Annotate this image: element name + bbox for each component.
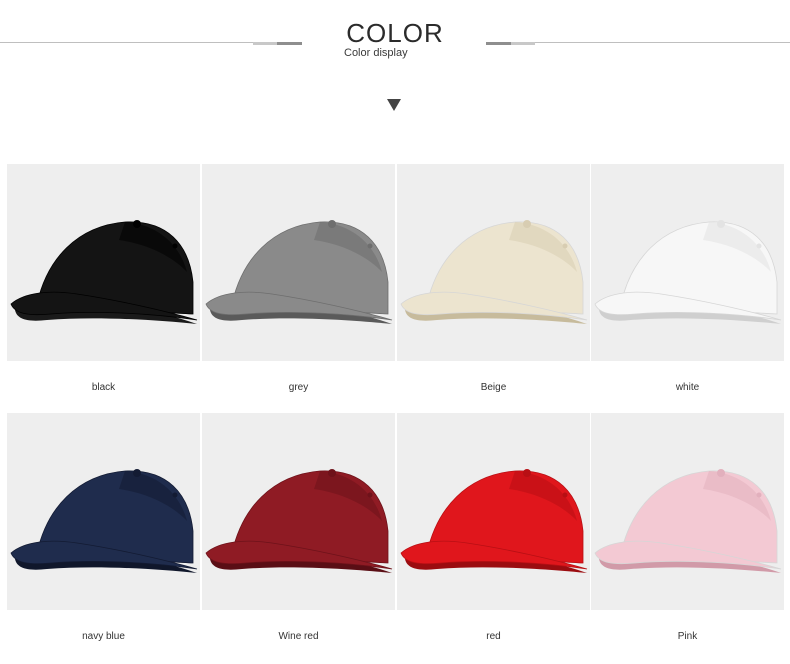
section-subtitle: Color display	[344, 47, 408, 59]
swatch-label: Pink	[677, 631, 698, 642]
swatch-label: red	[486, 631, 501, 642]
swatch-label: navy blue	[82, 631, 125, 642]
cap-photo	[7, 164, 200, 361]
baseball-cap-icon	[205, 469, 393, 573]
color-swatch-pink[interactable]: Pink	[591, 413, 784, 653]
baseball-cap-icon	[594, 469, 782, 573]
swatch-label: white	[675, 382, 700, 393]
cap-photo	[397, 413, 590, 610]
color-swatch-wine-red[interactable]: Wine red	[202, 413, 395, 653]
baseball-cap-icon	[10, 469, 198, 573]
color-swatch-grey[interactable]: grey	[202, 164, 395, 404]
cap-photo	[202, 413, 395, 610]
swatch-label: grey	[288, 382, 309, 393]
swatch-label: black	[91, 382, 116, 393]
baseball-cap-icon	[205, 220, 393, 324]
swatch-label: Beige	[480, 382, 507, 393]
cap-photo	[591, 164, 784, 361]
cap-photo	[202, 164, 395, 361]
baseball-cap-icon	[400, 220, 588, 324]
color-swatch-red[interactable]: red	[397, 413, 590, 653]
cap-photo	[397, 164, 590, 361]
color-swatch-beige[interactable]: Beige	[397, 164, 590, 404]
baseball-cap-icon	[594, 220, 782, 324]
section-header: COLOR Color display	[0, 0, 790, 150]
color-swatch-black[interactable]: black	[7, 164, 200, 404]
color-swatch-white[interactable]: white	[591, 164, 784, 404]
triangle-down-icon	[387, 99, 401, 111]
color-swatch-navy-blue[interactable]: navy blue	[7, 413, 200, 653]
cap-photo	[591, 413, 784, 610]
section-title: COLOR	[346, 18, 444, 48]
baseball-cap-icon	[10, 220, 198, 324]
baseball-cap-icon	[400, 469, 588, 573]
swatch-label: Wine red	[278, 631, 319, 642]
cap-photo	[7, 413, 200, 610]
